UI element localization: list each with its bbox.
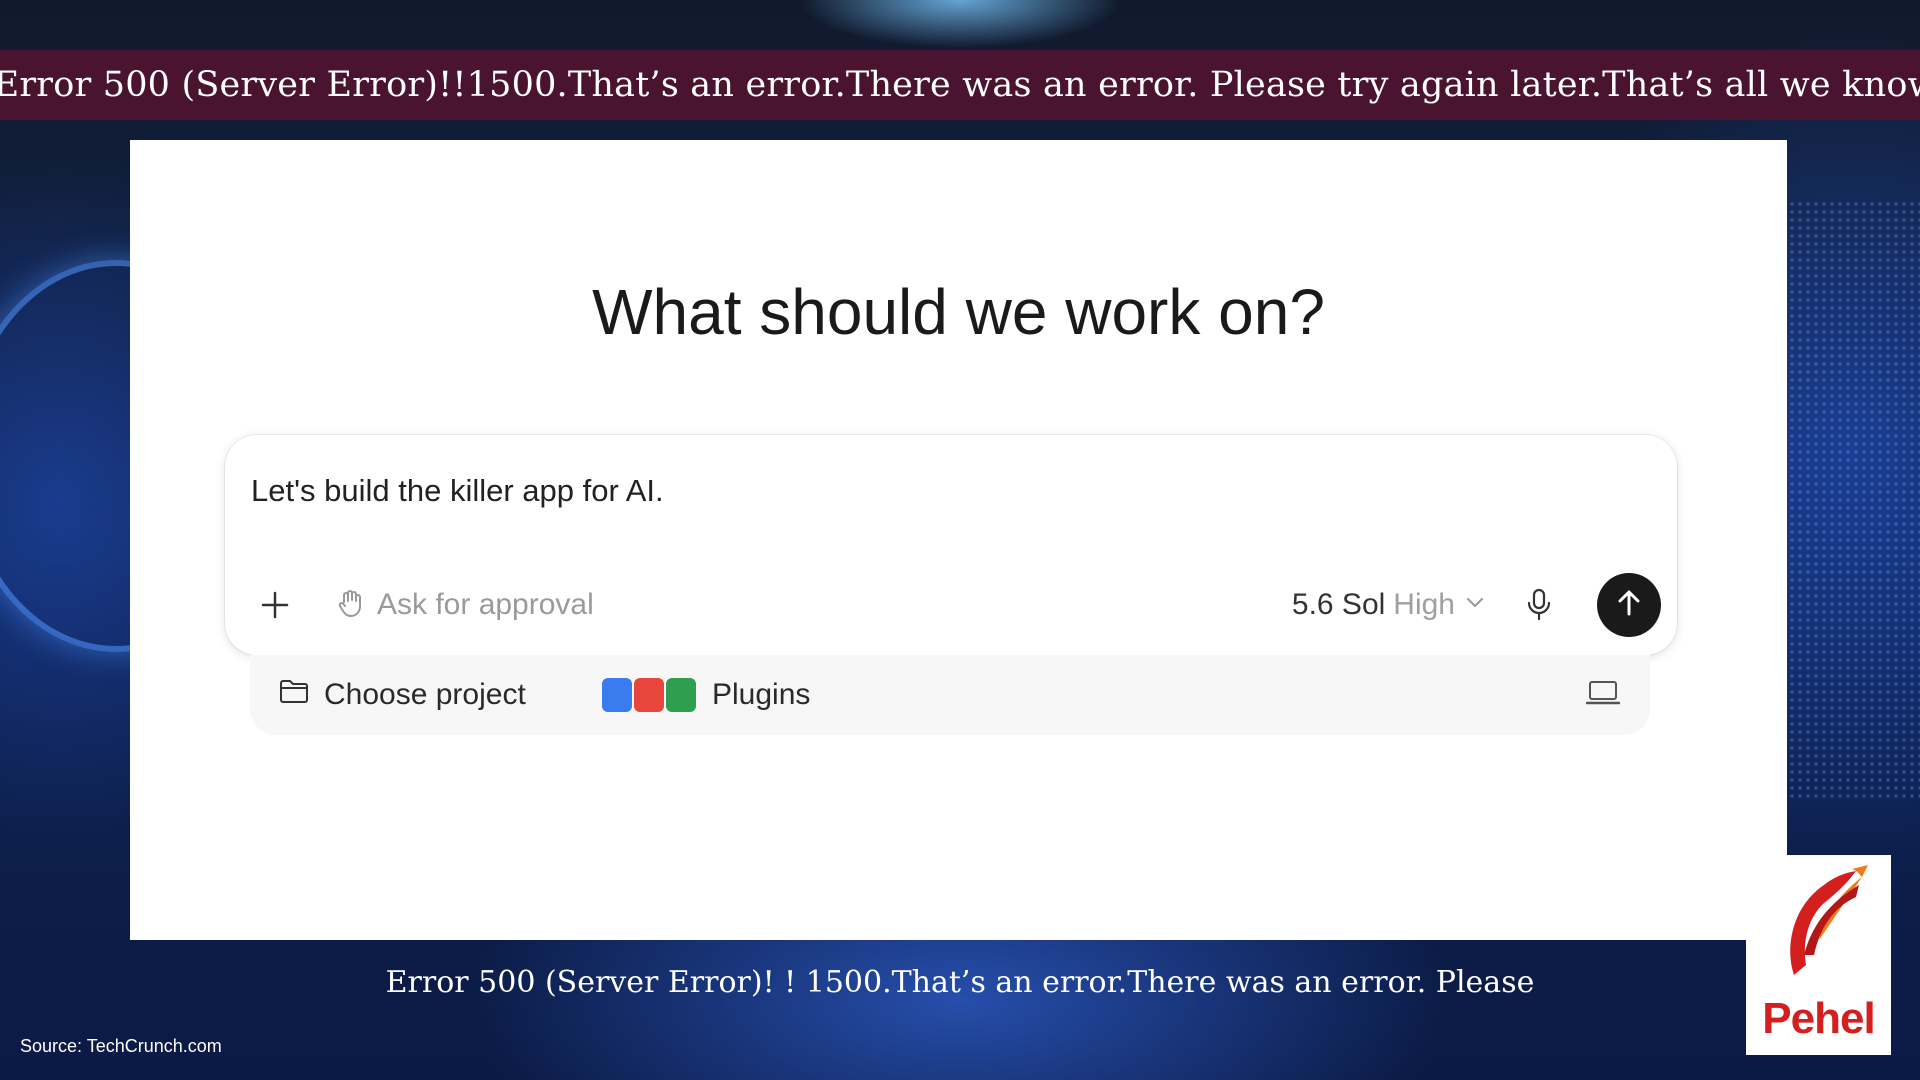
news-caption: Error 500 (Server Error)! ! 1500.That’s …	[385, 965, 1535, 1000]
choose-project-label: Choose project	[324, 678, 526, 711]
reasoning-level: High	[1393, 588, 1455, 621]
ticker-text: .Error 500 (Server Error)!!1500.That’s a…	[0, 65, 1920, 105]
approval-label: Ask for approval	[377, 588, 594, 621]
model-name: 5.6 Sol	[1291, 588, 1386, 621]
plus-icon[interactable]	[257, 587, 293, 623]
source-credit: Source: TechCrunch.com	[20, 1036, 222, 1056]
folder-icon	[278, 677, 310, 713]
composer-toolbar: Ask for approval 5.6 Sol High	[225, 573, 1677, 637]
prompt-composer[interactable]: Let's build the killer app for AI. Ask f…	[225, 435, 1677, 655]
pdf-icon	[634, 678, 664, 712]
model-selector[interactable]: 5.6 Sol High	[1292, 585, 1487, 625]
plugin-icons	[602, 678, 696, 712]
hand-icon	[337, 588, 365, 623]
top-ticker: .Error 500 (Server Error)!!1500.That’s a…	[0, 50, 1920, 120]
docs-icon	[602, 678, 632, 712]
mic-icon[interactable]	[1521, 587, 1557, 623]
chevron-down-icon	[1463, 588, 1487, 622]
arrow-up-icon	[1614, 588, 1644, 623]
sheets-icon	[666, 678, 696, 712]
pehel-logo-icon	[1764, 855, 1874, 990]
background-world-map	[1780, 200, 1920, 800]
page-title: What should we work on?	[592, 276, 1325, 348]
channel-logo: Pehel	[1746, 855, 1891, 1055]
laptop-icon[interactable]	[1585, 679, 1621, 712]
approval-mode-button[interactable]: Ask for approval	[337, 585, 594, 625]
send-button[interactable]	[1597, 573, 1661, 637]
logo-wordmark: Pehel	[1762, 994, 1875, 1043]
composer-subbar: Choose project Plugins	[250, 655, 1650, 735]
plugins-label: Plugins	[712, 678, 811, 711]
plugins-button[interactable]: Plugins	[602, 675, 810, 715]
choose-project-button[interactable]: Choose project	[278, 675, 526, 715]
app-screenshot: What should we work on? Let's build the …	[130, 140, 1787, 940]
prompt-input[interactable]: Let's build the killer app for AI.	[251, 473, 664, 509]
